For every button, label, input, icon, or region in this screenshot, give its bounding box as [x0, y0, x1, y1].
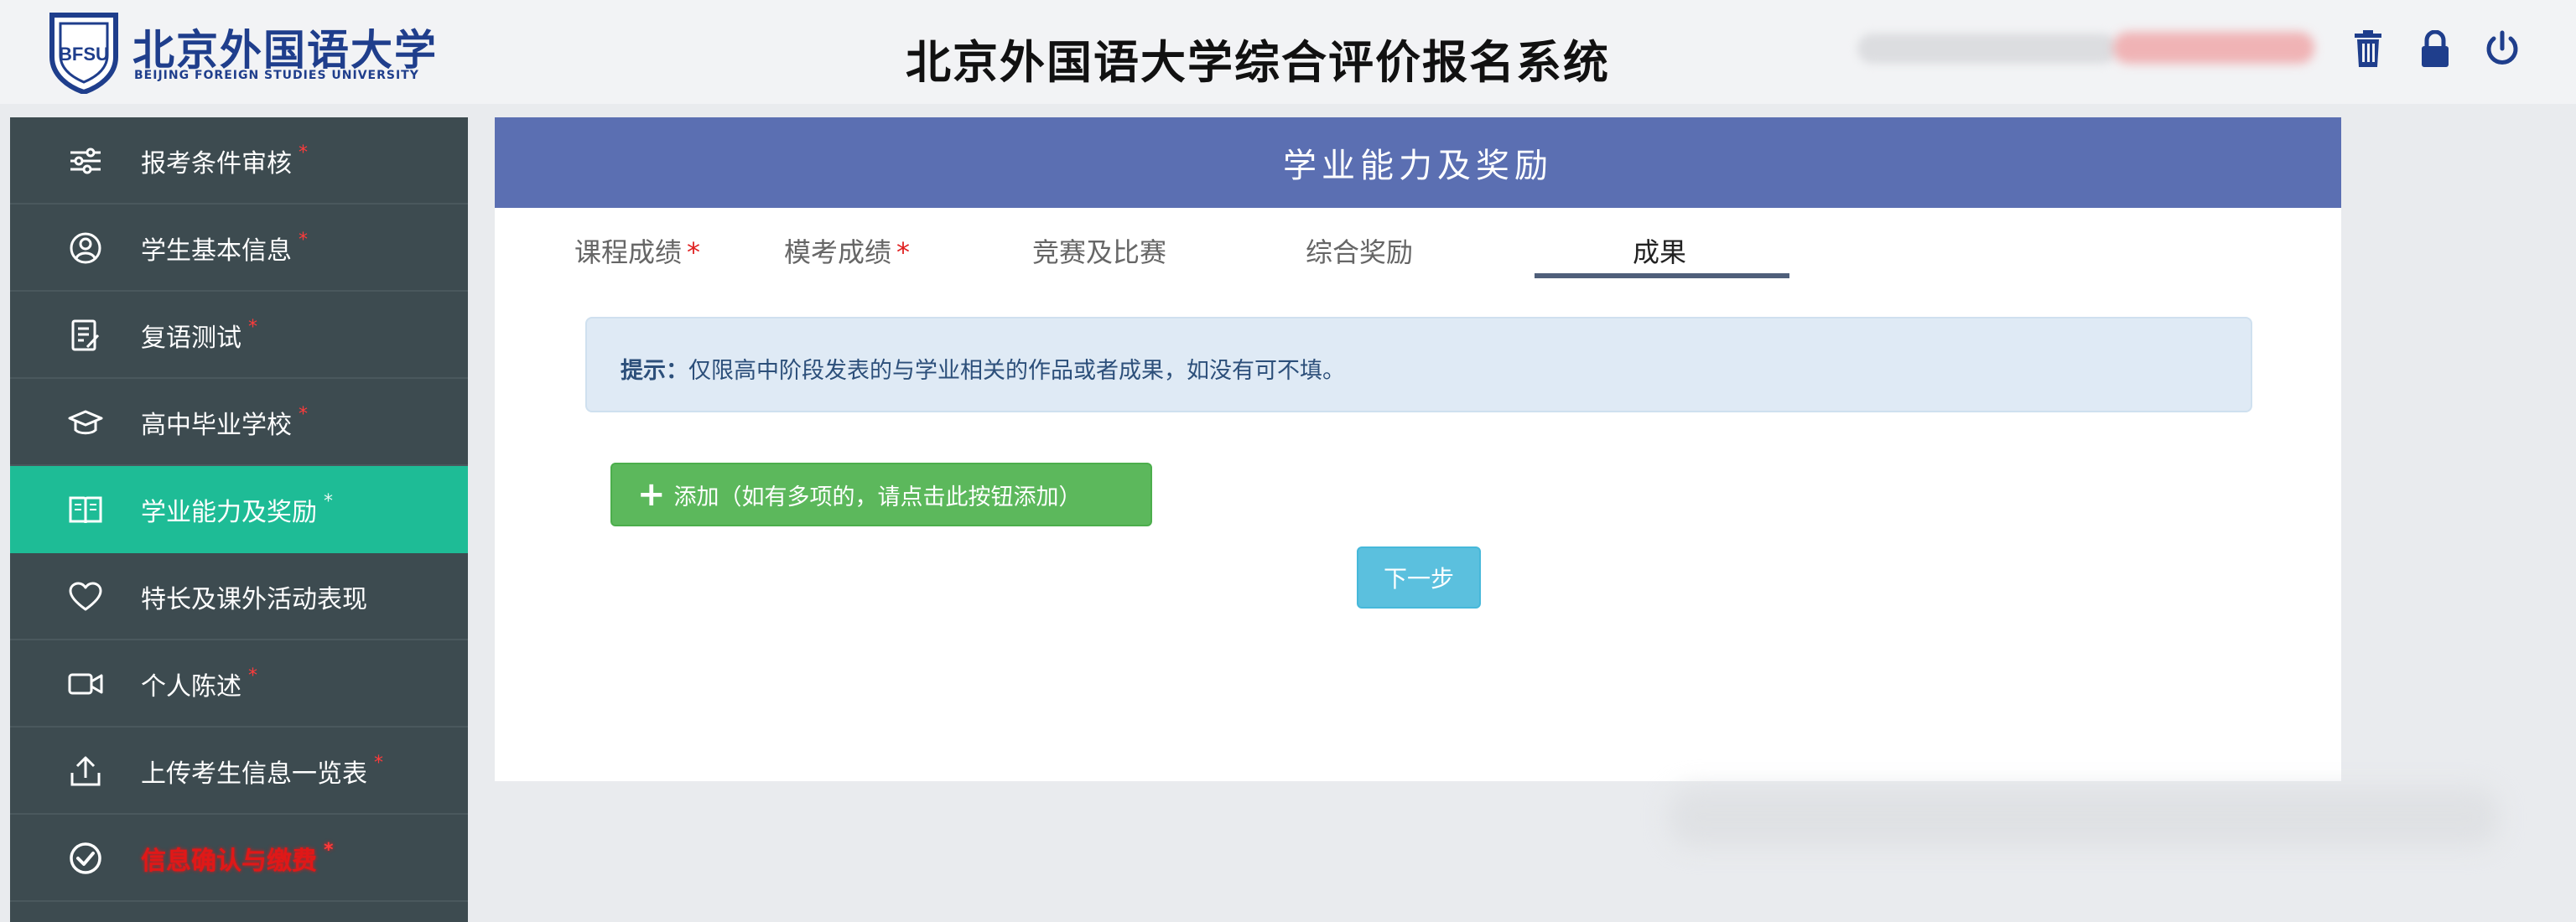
sidebar-item-label: 高中毕业学校: [141, 411, 292, 440]
user-circle-icon: [67, 231, 104, 265]
sidebar-item-academic-awards[interactable]: 学业能力及奖励 *: [10, 466, 468, 553]
sidebar-item-upload-info-sheet[interactable]: 上传考生信息一览表 *: [10, 728, 468, 815]
university-logo[interactable]: BFSU 北京外国语大学 BEIJING FOREIGN STUDIES UNI…: [47, 8, 436, 97]
svg-text:BFSU: BFSU: [59, 44, 109, 65]
tab-general-awards[interactable]: 综合奖励: [1236, 231, 1488, 270]
video-icon: [67, 667, 104, 701]
redacted-user-info: [1857, 34, 2117, 64]
logo-english-name: BEIJING FOREIGN STUDIES UNIVERSITY: [134, 69, 419, 82]
page-title: 北京外国语大学综合评价报名系统: [906, 36, 1610, 89]
main-panel: 学业能力及奖励 课程成绩 * 模考成绩 * 竞赛及比赛 综合奖励 成果 提示：仅限高…: [495, 117, 2341, 781]
add-entry-label: 添加（如有多项的，请点击此按钮添加）: [673, 484, 1082, 510]
heart-icon: [67, 580, 104, 614]
upload-icon: [67, 754, 104, 788]
sidebar-item-high-school[interactable]: 高中毕业学校 *: [10, 379, 468, 466]
next-step-label: 下一步: [1383, 565, 1454, 593]
redacted-user-name: [2113, 32, 2314, 64]
tab-mock-exam-grades[interactable]: 模考成绩 *: [721, 231, 973, 270]
sidebar-item-label: 特长及课外活动表现: [141, 585, 367, 614]
sidebar-item-label: 学生基本信息: [141, 236, 292, 266]
shield-emblem-icon: BFSU: [49, 13, 118, 94]
sidebar-item-basic-info[interactable]: 学生基本信息 *: [10, 205, 468, 292]
book-icon: [67, 493, 104, 526]
sidebar-item-label: 复语测试: [141, 324, 242, 353]
panel-title: 学业能力及奖励: [1283, 147, 1553, 185]
edit-doc-icon: [67, 319, 104, 352]
sidebar-item-language-test[interactable]: 复语测试 *: [10, 292, 468, 379]
check-circle-icon: [67, 842, 104, 875]
lock-icon[interactable]: [2412, 25, 2459, 72]
sidebar-item-label: 报考条件审核: [141, 149, 292, 179]
tab-competitions[interactable]: 竞赛及比赛: [976, 231, 1228, 270]
sidebar-item-label: 上传考生信息一览表: [141, 759, 367, 789]
required-marker: *: [324, 491, 333, 512]
power-icon[interactable]: [2479, 25, 2526, 72]
required-marker: *: [248, 666, 257, 686]
sidebar-item-label: 信息确认与缴费: [141, 847, 317, 876]
sidebar-item-label: 个人陈述: [141, 672, 242, 702]
graduation-cap-icon: [67, 406, 104, 439]
required-marker: *: [374, 753, 383, 774]
sidebar-nav: 报考条件审核 * 学生基本信息 * 复语测试 * 高中毕业学校 * 学业能力及奖励 * 特…: [10, 117, 468, 922]
next-step-button[interactable]: 下一步: [1357, 546, 1481, 609]
sliders-icon: [67, 144, 104, 178]
sidebar-item-personal-statement[interactable]: 个人陈述 *: [10, 640, 468, 728]
tab-achievements[interactable]: 成果: [1536, 231, 1788, 270]
required-marker: *: [299, 142, 308, 163]
required-marker: *: [248, 317, 257, 338]
active-tab-indicator: [1535, 273, 1789, 278]
required-marker: *: [324, 840, 334, 861]
sidebar-item-talents-activities[interactable]: 特长及课外活动表现: [10, 553, 468, 640]
tip-alert: 提示：仅限高中阶段发表的与学业相关的作品或者成果，如没有可不填。: [585, 317, 2252, 412]
plus-icon: +: [637, 475, 666, 514]
top-header: BFSU 北京外国语大学 BEIJING FOREIGN STUDIES UNI…: [0, 0, 2576, 104]
trash-icon[interactable]: [2345, 25, 2392, 72]
required-marker: *: [299, 230, 308, 251]
tip-prefix: 提示：: [621, 358, 688, 384]
sidebar-item-confirm-payment[interactable]: 信息确认与缴费 *: [10, 815, 468, 902]
sidebar-item-label: 学业能力及奖励: [141, 498, 317, 527]
blurred-area: [1669, 788, 2499, 847]
add-entry-button[interactable]: + 添加（如有多项的，请点击此按钮添加）: [610, 463, 1152, 526]
sidebar-item-eligibility-review[interactable]: 报考条件审核 *: [10, 117, 468, 205]
tab-bar: 课程成绩 * 模考成绩 * 竞赛及比赛 综合奖励 成果: [495, 208, 2341, 280]
panel-header: 学业能力及奖励: [495, 117, 2341, 208]
required-marker: *: [299, 404, 308, 425]
tip-message: 仅限高中阶段发表的与学业相关的作品或者成果，如没有可不填。: [688, 358, 1345, 384]
